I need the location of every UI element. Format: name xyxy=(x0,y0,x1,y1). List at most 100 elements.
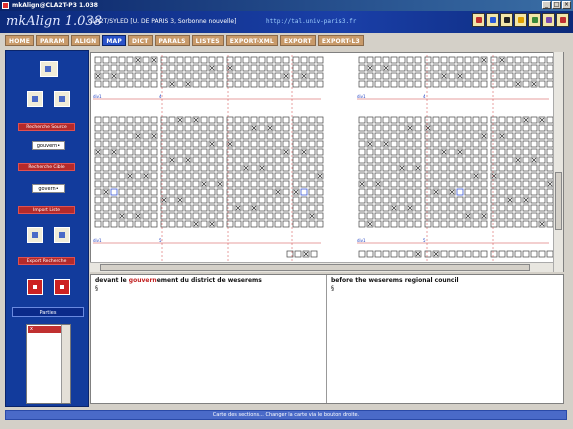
map-cell[interactable] xyxy=(282,220,290,228)
map-cell[interactable] xyxy=(506,116,514,124)
tab-dict[interactable]: DICT xyxy=(128,35,153,46)
map-cell[interactable] xyxy=(432,220,440,228)
map-cell[interactable] xyxy=(498,196,506,204)
target-segment[interactable]: before the weserems regional council xyxy=(331,277,459,285)
map-cell[interactable] xyxy=(282,140,290,148)
map-cell[interactable] xyxy=(424,250,432,258)
map-cell[interactable] xyxy=(168,148,176,156)
map-cell[interactable] xyxy=(464,148,472,156)
map-cell[interactable] xyxy=(424,72,432,80)
map-cell[interactable] xyxy=(266,64,274,72)
map-cell[interactable] xyxy=(274,56,282,64)
map-cell[interactable] xyxy=(94,212,102,220)
map-cell[interactable] xyxy=(390,132,398,140)
map-cell[interactable] xyxy=(168,64,176,72)
tab-map[interactable]: MAP xyxy=(102,35,127,46)
map-cell[interactable] xyxy=(464,250,472,258)
map-cell[interactable] xyxy=(168,196,176,204)
map-cell[interactable] xyxy=(514,56,522,64)
tool-grid-icon[interactable] xyxy=(500,13,513,27)
map-cell[interactable] xyxy=(498,72,506,80)
scroll-thumb[interactable] xyxy=(100,264,530,271)
alignment-map[interactable]: div1 4 div1 4 div1 5 div1 5 xyxy=(90,52,564,272)
map-cell[interactable] xyxy=(208,164,216,172)
map-cell[interactable] xyxy=(168,172,176,180)
map-cell[interactable] xyxy=(472,196,480,204)
map-cell[interactable] xyxy=(448,196,456,204)
import-liste-button[interactable]: Import Liste xyxy=(18,206,75,214)
map-cell[interactable] xyxy=(176,188,184,196)
map-cell[interactable] xyxy=(234,72,242,80)
map-cell[interactable] xyxy=(390,212,398,220)
target-search-input[interactable]: govern• xyxy=(32,184,65,193)
map-cell[interactable] xyxy=(480,116,488,124)
map-cell[interactable] xyxy=(374,72,382,80)
map-cell[interactable] xyxy=(366,180,374,188)
map-cell[interactable] xyxy=(274,80,282,88)
map-cell[interactable] xyxy=(456,132,464,140)
map-cell[interactable] xyxy=(126,116,134,124)
map-cell[interactable] xyxy=(150,164,158,172)
scroll-thumb[interactable] xyxy=(555,172,562,230)
map-cell[interactable] xyxy=(490,64,498,72)
map-cell[interactable] xyxy=(366,56,374,64)
map-cell[interactable] xyxy=(234,140,242,148)
map-cell[interactable] xyxy=(168,116,176,124)
map-cell[interactable] xyxy=(498,164,506,172)
map-cell[interactable] xyxy=(390,172,398,180)
map-cell[interactable] xyxy=(94,156,102,164)
map-cell[interactable] xyxy=(432,132,440,140)
map-cell[interactable] xyxy=(414,124,422,132)
map-cell[interactable] xyxy=(424,64,432,72)
map-cell[interactable] xyxy=(366,188,374,196)
map-cell[interactable] xyxy=(440,116,448,124)
map-cell[interactable] xyxy=(102,64,110,72)
map-cell[interactable] xyxy=(490,140,498,148)
map-cell[interactable] xyxy=(456,172,464,180)
map-cell[interactable] xyxy=(398,56,406,64)
map-cell[interactable] xyxy=(274,172,282,180)
map-cell[interactable] xyxy=(382,132,390,140)
map-cell[interactable] xyxy=(258,140,266,148)
map-cell[interactable] xyxy=(398,188,406,196)
map-cell[interactable] xyxy=(266,80,274,88)
map-cell[interactable] xyxy=(308,196,316,204)
map-cell[interactable] xyxy=(498,124,506,132)
map-cell[interactable] xyxy=(374,140,382,148)
map-cell[interactable] xyxy=(514,124,522,132)
map-cell[interactable] xyxy=(200,188,208,196)
exit-icon[interactable] xyxy=(556,13,569,27)
map-cell[interactable] xyxy=(424,220,432,228)
map-cell[interactable] xyxy=(472,204,480,212)
map-cell[interactable] xyxy=(274,116,282,124)
map-cell[interactable] xyxy=(308,72,316,80)
map-cell[interactable] xyxy=(176,204,184,212)
map-cell[interactable] xyxy=(480,204,488,212)
map-cell[interactable] xyxy=(456,220,464,228)
map-cell[interactable] xyxy=(266,172,274,180)
map-cell[interactable] xyxy=(464,220,472,228)
map-cell[interactable] xyxy=(110,80,118,88)
map-cell[interactable] xyxy=(216,188,224,196)
map-cell[interactable] xyxy=(208,172,216,180)
map-cell[interactable] xyxy=(102,72,110,80)
map-cell[interactable] xyxy=(200,164,208,172)
map-cell[interactable] xyxy=(134,180,142,188)
map-cell[interactable] xyxy=(234,148,242,156)
map-cell[interactable] xyxy=(208,204,216,212)
map-cell[interactable] xyxy=(472,250,480,258)
map-cell[interactable] xyxy=(150,124,158,132)
map-cell[interactable] xyxy=(242,172,250,180)
map-cell[interactable] xyxy=(440,196,448,204)
map-cell[interactable] xyxy=(358,116,366,124)
map-cell[interactable] xyxy=(126,204,134,212)
map-cell[interactable] xyxy=(424,172,432,180)
parties-button[interactable]: Parties xyxy=(12,307,84,317)
map-cell[interactable] xyxy=(406,56,414,64)
map-cell[interactable] xyxy=(134,64,142,72)
map-cell[interactable] xyxy=(192,212,200,220)
map-cell[interactable] xyxy=(480,72,488,80)
map-cell[interactable] xyxy=(200,220,208,228)
map-cell[interactable] xyxy=(208,80,216,88)
map-horizontal-scrollbar[interactable] xyxy=(90,262,553,272)
